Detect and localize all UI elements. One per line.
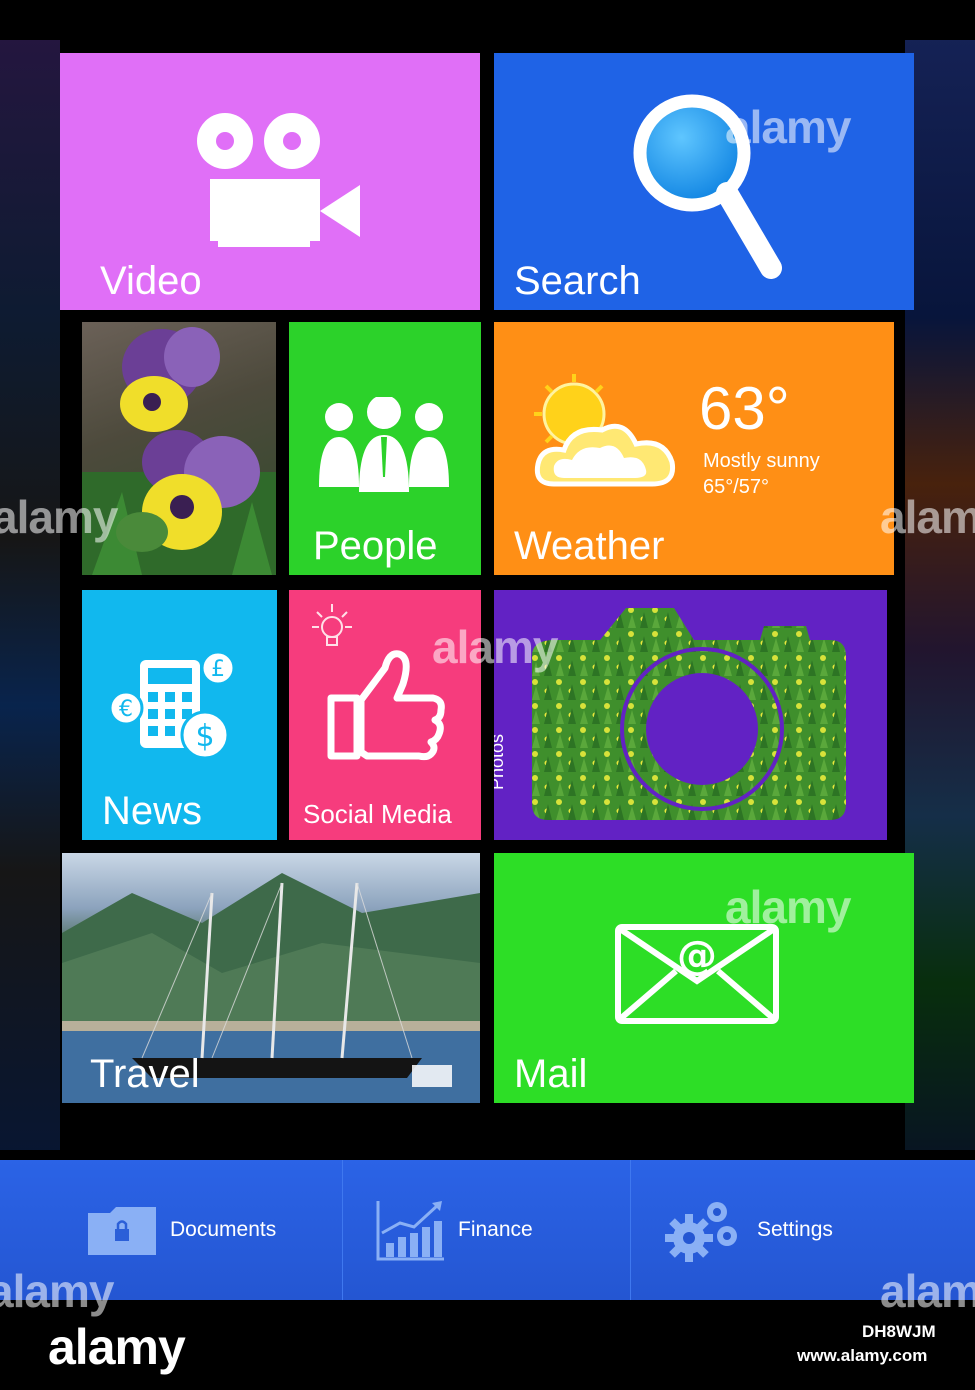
video-camera-icon [197,113,360,247]
watermark-overlay: alamy [725,881,851,933]
watermark-overlay: alamy [880,1265,975,1317]
svg-text:@: @ [677,933,717,979]
tile-weather[interactable]: 63° Mostly sunny 65°/57° Weather [494,322,894,575]
tile-news[interactable]: € £ $ News [82,590,277,840]
sun-cloud-icon [534,374,676,487]
tile-video-label: Video [100,259,202,303]
calculator-currency-icon: € £ $ [110,650,236,760]
tile-photos-label: Photos [494,733,507,790]
left-edge-blur [0,40,60,1150]
tile-news-label: News [102,789,203,833]
chart-icon [376,1201,444,1261]
watermark-overlay: alamy [0,491,118,543]
watermark-overlay: alamy [880,491,975,543]
watermark-overlay: alamy [725,101,851,153]
svg-text:£: £ [211,657,225,682]
dock-item-finance[interactable]: Finance [376,1160,533,1300]
weather-range: 65°/57° [703,476,770,498]
tile-video[interactable]: Video [60,53,480,310]
tile-travel[interactable]: Travel [62,853,480,1103]
tile-weather-label: Weather [514,524,665,568]
dock-settings-label: Settings [757,1218,833,1241]
watermark-overlay: alamy [432,621,558,673]
alamy-url: www.alamy.com [797,1346,928,1365]
dock-divider [342,1160,343,1300]
people-group-icon [319,397,449,492]
dock-documents-label: Documents [170,1218,277,1241]
tile-search-label: Search [514,259,641,303]
dock-item-documents[interactable]: Documents [88,1160,276,1300]
tile-search[interactable]: Search [494,53,914,310]
tile-travel-label: Travel [90,1052,200,1096]
camera-icon [532,608,846,820]
tile-people[interactable]: People [289,322,481,575]
bottom-dock: Documents Finance Settings [0,1160,975,1300]
image-code: DH8WJM [862,1322,936,1341]
dock-divider [630,1160,631,1300]
right-edge-blur [905,40,975,1150]
svg-text:$: $ [195,719,214,754]
weather-temperature: 63° [699,375,790,442]
alamy-logo: alamy [48,1319,186,1375]
mail-envelope-icon: @ [615,924,779,1024]
tile-people-label: People [313,524,438,568]
tile-mail[interactable]: @ Mail [494,853,914,1103]
watermark-overlay: alamy [0,1265,114,1317]
dock-item-settings[interactable]: Settings [665,1160,833,1300]
folder-lock-icon [88,1207,156,1255]
gears-icon [665,1202,737,1262]
dock-finance-label: Finance [458,1218,533,1241]
tile-mail-label: Mail [514,1052,588,1096]
thumbs-up-icon [327,650,445,761]
weather-condition: Mostly sunny [703,450,820,472]
tile-social-label: Social Media [303,799,452,829]
svg-text:€: € [119,697,133,722]
